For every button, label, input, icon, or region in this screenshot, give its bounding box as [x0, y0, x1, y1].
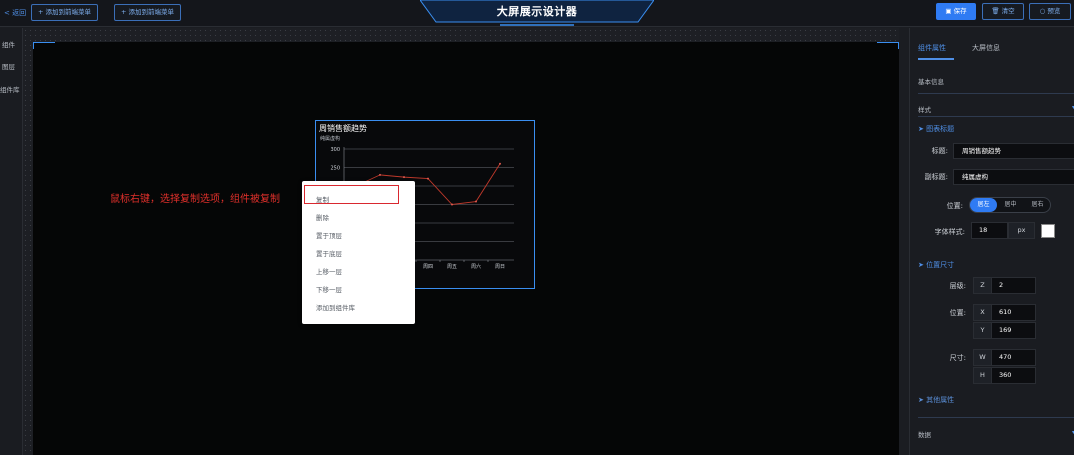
top-bar: < 返回 + 添加到前端菜单 + 添加到前端菜单 大屏展示设计器 ▣ 保存 🗑 …	[0, 0, 1074, 27]
menu-item-move-up[interactable]: 上移一层	[316, 266, 342, 276]
clear-button[interactable]: 🗑 清空	[982, 3, 1024, 20]
data-point	[475, 200, 477, 203]
y-tick-label: 250	[330, 166, 340, 172]
add-mobile-menu-button[interactable]: + 添加到前端菜单	[114, 4, 182, 21]
align-right-option[interactable]: 居右	[1024, 198, 1051, 212]
align-center-option[interactable]: 居中	[997, 198, 1024, 212]
title-label: 标题:	[931, 147, 948, 155]
menu-item-send-to-back[interactable]: 置于底层	[316, 248, 342, 258]
page-title: 大屏展示设计器	[496, 5, 578, 18]
menu-item-delete[interactable]: 删除	[316, 212, 329, 222]
subtitle-label: 副标题:	[924, 173, 948, 181]
data-point	[499, 162, 501, 165]
data-point	[451, 203, 453, 206]
data-point	[427, 177, 429, 180]
screen-corner-tr	[877, 42, 899, 49]
add-pc-menu-button[interactable]: + 添加到前端菜单	[31, 4, 99, 21]
x-tick-label: 周六	[471, 263, 481, 270]
w-input[interactable]: W 470	[973, 349, 1036, 366]
trash-icon: 🗑	[991, 7, 1002, 15]
x-input[interactable]: X 610	[973, 304, 1036, 321]
position-segmented: 居左 居中 居右	[969, 197, 1051, 213]
layer-label: 层级:	[949, 282, 966, 290]
menu-item-add-to-library[interactable]: 添加到组件库	[316, 302, 355, 312]
annotation-text: 鼠标右键，选择复制选项，组件被复制	[110, 194, 280, 205]
nav-layers[interactable]: 图层	[2, 61, 15, 71]
caret-right-icon: ➤	[918, 396, 927, 404]
menu-item-move-down[interactable]: 下移一层	[316, 284, 342, 294]
context-menu: 复制 删除 置于顶层 置于底层 上移一层 下移一层 添加到组件库	[302, 181, 415, 324]
tab-screen-info[interactable]: 大屏信息	[972, 43, 1000, 53]
location-label: 位置:	[949, 309, 966, 317]
size-label: 尺寸:	[949, 354, 966, 362]
font-color-picker[interactable]	[1041, 224, 1055, 238]
screen-corner-tl	[33, 42, 55, 49]
divider	[918, 417, 1074, 418]
x-tick-label: 周四	[423, 264, 433, 270]
x-tick-label: 周五	[447, 264, 457, 270]
y-input[interactable]: Y 169	[973, 322, 1036, 339]
caret-right-icon: ➤	[918, 125, 927, 133]
section-other-props[interactable]: ➤ 其他属性	[918, 395, 954, 405]
z-input[interactable]: Z2	[973, 277, 1036, 294]
title-input[interactable]: 周销售额趋势	[953, 143, 1074, 159]
nav-library[interactable]: 组件库	[0, 84, 20, 94]
caret-right-icon: ➤	[918, 261, 927, 269]
divider	[918, 93, 1074, 94]
save-icon: ▣	[945, 7, 954, 15]
divider	[918, 116, 1074, 117]
h-input[interactable]: H 360	[973, 367, 1036, 384]
title-banner: 大屏展示设计器	[420, 0, 654, 27]
menu-item-bring-to-front[interactable]: 置于顶层	[316, 230, 342, 240]
section-data[interactable]: 数据	[918, 429, 931, 439]
align-left-option[interactable]: 居左	[970, 198, 997, 212]
section-style[interactable]: 样式	[918, 104, 931, 114]
nav-components[interactable]: 组件	[2, 39, 15, 49]
data-point	[379, 173, 381, 176]
active-tab-indicator	[918, 58, 954, 60]
tab-component-props[interactable]: 组件属性	[918, 43, 946, 53]
back-link[interactable]: < 返回	[4, 8, 26, 18]
save-button[interactable]: ▣ 保存	[936, 3, 976, 20]
preview-button[interactable]: ○ 预览	[1029, 3, 1071, 20]
properties-panel: 组件属性 大屏信息 基本信息 样式 ▾ ➤ 图表标题 标题: 周销售额趋势 副标…	[909, 28, 1074, 455]
data-point	[403, 176, 405, 179]
menu-item-copy[interactable]: 复制	[316, 194, 329, 204]
position-label: 位置:	[946, 202, 963, 210]
left-nav: 组件 图层 组件库	[0, 28, 23, 455]
section-position-size[interactable]: ➤ 位置尺寸	[918, 260, 954, 270]
section-basic-info[interactable]: 基本信息	[918, 76, 944, 86]
y-tick-label: 300	[330, 147, 340, 153]
font-style-label: 字体样式:	[934, 228, 965, 236]
x-tick-label: 周日	[495, 264, 505, 270]
font-size-input[interactable]: 18	[971, 222, 1008, 239]
subtitle-input[interactable]: 纯属虚构	[953, 169, 1074, 185]
section-chart-title[interactable]: ➤ 图表标题	[918, 124, 954, 134]
font-unit: px	[1008, 222, 1035, 239]
